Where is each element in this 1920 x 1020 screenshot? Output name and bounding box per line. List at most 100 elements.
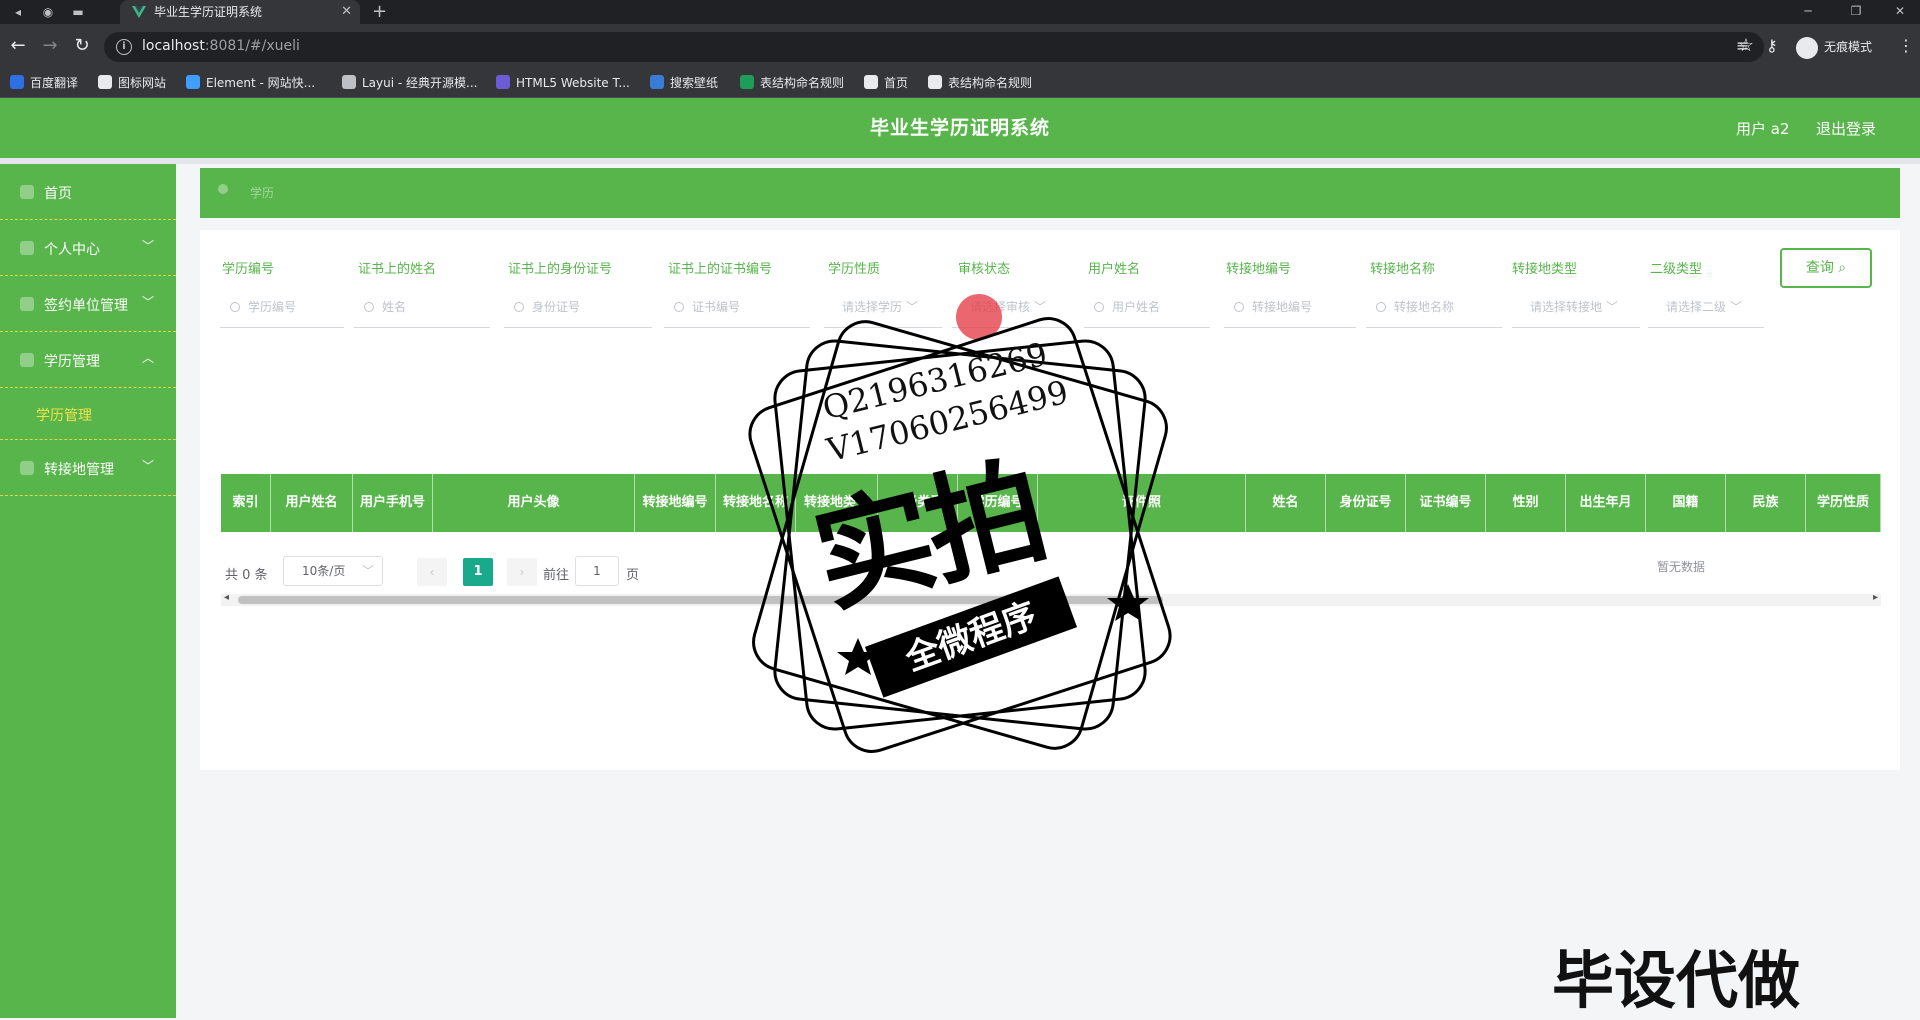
filter-placeholder: 请选择二级 <box>1666 300 1727 314</box>
vue-favicon-icon <box>132 6 146 18</box>
search-icon <box>514 302 524 312</box>
user-icon <box>20 241 34 255</box>
sidebar-item-transfer-management[interactable]: 转接地管理 ﹀ <box>0 440 176 496</box>
empty-state: 暂无数据 <box>1657 560 1706 574</box>
bookmarks-bar: 百度翻译 图标网站 Element - 网站快... Layui - 经典开源模...… <box>0 68 1920 98</box>
filter-placeholder: 身份证号 <box>532 300 581 314</box>
filter-placeholder: 转接地名称 <box>1394 300 1455 314</box>
search-icon <box>1234 302 1244 312</box>
bookmark-item[interactable]: 表结构命名规则 <box>740 74 844 92</box>
filter-placeholder: 学历编号 <box>248 300 297 314</box>
tab-audio-icon[interactable]: ◂ <box>6 2 30 22</box>
logout-button[interactable]: 退出登录 <box>1816 118 1876 139</box>
scroll-left-icon[interactable]: ◂ <box>224 592 229 603</box>
sidebar-item-personal-center[interactable]: 个人中心 ﹀ <box>0 220 176 276</box>
home-icon <box>20 185 34 199</box>
filter-placeholder: 姓名 <box>382 300 407 314</box>
page-size-select[interactable]: 10条/页 ﹀ <box>283 556 383 586</box>
bookmark-favicon-icon <box>186 75 200 89</box>
bookmark-item[interactable]: Element - 网站快... <box>186 74 315 92</box>
sidebar-item-label: 签约单位管理 <box>44 298 128 314</box>
home-icon[interactable] <box>218 184 228 194</box>
breadcrumb: 学历 <box>200 168 1900 218</box>
filter-input[interactable]: 身份证号 <box>504 290 652 328</box>
bookmark-item[interactable]: Layui - 经典开源模... <box>342 74 477 92</box>
filter-input[interactable]: 转接地编号 <box>1224 290 1356 328</box>
column-header: 身份证号 <box>1326 474 1406 532</box>
site-info-icon[interactable]: i <box>116 39 132 55</box>
bookmark-favicon-icon <box>98 75 112 89</box>
filter-select[interactable]: 请选择二级 ﹀ <box>1648 290 1764 328</box>
tab-title: 毕业生学历证明系统 <box>154 5 263 19</box>
column-header: 国籍 <box>1646 474 1726 532</box>
new-tab-icon[interactable]: + <box>372 0 387 24</box>
sidebar-subitem-label: 学历管理 <box>36 408 92 424</box>
sidebar-subitem-degree-management[interactable]: 学历管理 <box>0 388 176 440</box>
sidebar-item-home[interactable]: 首页 <box>0 164 176 220</box>
filter-input[interactable]: 转接地名称 <box>1366 290 1502 328</box>
sidebar-item-employer-management[interactable]: 签约单位管理 ﹀ <box>0 276 176 332</box>
bookmark-item[interactable]: HTML5 Website T... <box>496 74 630 92</box>
bookmark-item[interactable]: 搜索壁纸 <box>650 74 718 92</box>
incognito-badge[interactable]: 无痕模式 <box>1796 35 1896 59</box>
tab-close-icon[interactable]: ✕ <box>341 0 352 24</box>
goto-label: 前往 <box>543 568 570 583</box>
browser-tab[interactable]: 毕业生学历证明系统 ✕ <box>120 0 360 24</box>
building-icon <box>20 297 34 311</box>
bookmark-label: 表结构命名规则 <box>948 76 1033 90</box>
filter-label: 二级类型 <box>1650 262 1703 277</box>
bookmark-label: 首页 <box>884 76 909 90</box>
bookmark-favicon-icon <box>928 75 942 89</box>
window-close-icon[interactable]: ✕ <box>1880 0 1920 24</box>
query-button[interactable]: 查询 ⌕ <box>1780 248 1872 288</box>
tab-overview-icon[interactable]: ▬ <box>66 2 90 22</box>
search-icon <box>1376 302 1386 312</box>
bookmark-favicon-icon <box>650 75 664 89</box>
filter-placeholder: 转接地编号 <box>1252 300 1313 314</box>
prev-page-button[interactable]: ‹ <box>417 558 447 586</box>
bookmark-item[interactable]: 首页 <box>864 74 908 92</box>
bookmark-label: 百度翻译 <box>30 76 79 90</box>
bookmark-label: HTML5 Website T... <box>516 76 630 90</box>
reading-list-icon[interactable]: ≡ <box>1736 36 1749 55</box>
sidebar-item-degree-management[interactable]: 学历管理 ︿ <box>0 332 176 388</box>
bookmark-label: 表结构命名规则 <box>760 76 845 90</box>
bookmark-item[interactable]: 百度翻译 <box>10 74 78 92</box>
url-text[interactable]: localhost:8081/#/xueli <box>142 38 300 54</box>
restore-icon[interactable]: ❐ <box>1836 0 1876 24</box>
back-icon[interactable]: ← <box>6 34 30 58</box>
filter-input[interactable]: 姓名 <box>354 290 490 328</box>
key-icon[interactable]: ⚷ <box>1766 36 1778 55</box>
scroll-right-icon[interactable]: ▸ <box>1873 592 1878 603</box>
filter-label: 审核状态 <box>958 262 1011 277</box>
address-bar[interactable]: i localhost:8081/#/xueli ☆ <box>104 32 1764 62</box>
bookmark-item[interactable]: 表结构命名规则 <box>928 74 1032 92</box>
goto-page-input[interactable]: 1 <box>575 556 619 586</box>
minimize-icon[interactable]: ─ <box>1788 0 1828 24</box>
column-header: 用户头像 <box>433 474 635 532</box>
goto-suffix: 页 <box>626 568 640 583</box>
sidebar-item-label: 首页 <box>44 186 72 202</box>
chevron-down-icon: ﹀ <box>141 459 154 473</box>
page-number-current[interactable]: 1 <box>463 558 493 586</box>
bookmark-item[interactable]: 图标网站 <box>98 74 166 92</box>
filter-placeholder: 请选择转接地 <box>1530 300 1603 314</box>
browser-menu-icon[interactable]: ⋮ <box>1898 36 1914 55</box>
reload-icon[interactable]: ↻ <box>70 34 94 58</box>
bookmark-label: 图标网站 <box>118 76 167 90</box>
sidebar-item-label: 个人中心 <box>44 242 100 258</box>
column-header: 索引 <box>221 474 271 532</box>
search-icon <box>364 302 374 312</box>
forward-icon[interactable]: → <box>38 34 62 58</box>
column-header: 性别 <box>1486 474 1566 532</box>
chevron-down-icon: ﹀ <box>361 564 374 578</box>
incognito-avatar-icon <box>1796 36 1818 59</box>
filter-label: 转接地名称 <box>1370 262 1436 277</box>
column-header: 用户手机号 <box>353 474 433 532</box>
column-header: 学历性质 <box>1806 474 1881 532</box>
filter-select[interactable]: 请选择转接地 ﹀ <box>1512 290 1640 328</box>
next-page-button[interactable]: › <box>507 558 537 586</box>
filter-input[interactable]: 学历编号 <box>220 290 344 328</box>
browser-toolbar: ← → ↻ i localhost:8081/#/xueli ☆ ≡ ⚷ 无痕模… <box>0 24 1920 68</box>
browser-globe-icon[interactable]: ◉ <box>36 2 60 22</box>
